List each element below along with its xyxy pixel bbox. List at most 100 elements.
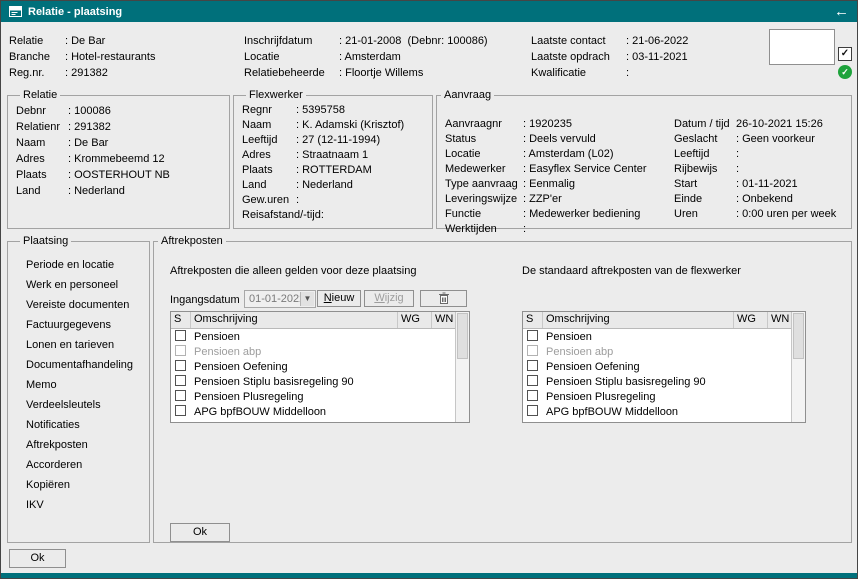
- row-checkbox[interactable]: [175, 330, 186, 341]
- aftrekposten-fieldset: Aftrekposten Aftrekposten die alleen gel…: [153, 235, 852, 543]
- field-reisafstand: Reisafstand/-tijd:: [242, 208, 424, 223]
- header-right: ✓ ✓: [769, 29, 852, 79]
- header-col-laatste: Laatste contact: 21-06-2022 Laatste opdr…: [531, 33, 688, 81]
- field-debnr: Debnr: 100086: [16, 103, 221, 119]
- header-status-icons: ✓ ✓: [838, 29, 852, 79]
- back-arrow-icon[interactable]: ←: [834, 4, 849, 19]
- sidebar-item-verdeelsleutels[interactable]: Verdeelsleutels: [20, 395, 141, 415]
- table-row[interactable]: APG bpfBOUW Middelloon: [523, 404, 792, 419]
- header-summary: Relatie: De Bar Branche: Hotel-restauran…: [1, 22, 857, 90]
- table-row[interactable]: Pensioen: [523, 329, 792, 344]
- header-checkbox[interactable]: ✓: [838, 47, 852, 61]
- field-gewuren: Gew.uren:: [242, 193, 424, 208]
- row-checkbox[interactable]: [175, 390, 186, 401]
- field-kwalificatie: Kwalificatie:: [531, 65, 688, 81]
- row-checkbox[interactable]: [527, 405, 538, 416]
- delete-button[interactable]: [420, 290, 467, 307]
- ingangsdatum-label: Ingangsdatum: [170, 291, 240, 309]
- row-checkbox[interactable]: [175, 345, 186, 356]
- table-row[interactable]: Pensioen Stiplu basisregeling 90: [523, 374, 792, 389]
- row-checkbox[interactable]: [175, 405, 186, 416]
- table-row[interactable]: Pensioen abp: [523, 344, 792, 359]
- sidebar-item-periode-en-locatie[interactable]: Periode en locatie: [20, 255, 141, 275]
- sidebar-item-accorderen[interactable]: Accorderen: [20, 455, 141, 475]
- right-section-title: De standaard aftrekposten van de flexwer…: [522, 265, 741, 277]
- field-aanvraagnr: Aanvraagnr: 1920235: [445, 117, 647, 132]
- sidebar-item-documentafhandeling[interactable]: Documentafhandeling: [20, 355, 141, 375]
- ingangsdatum-select[interactable]: 01-01-2022 ▼: [244, 290, 316, 308]
- sidebar-item-lonen-en-tarieven[interactable]: Lonen en tarieven: [20, 335, 141, 355]
- field-medewerker: Medewerker: Easyflex Service Center: [445, 162, 647, 177]
- nieuw-button[interactable]: Nieuw: [317, 290, 361, 307]
- plaatsing-legend: Plaatsing: [20, 235, 71, 247]
- row-checkbox[interactable]: [527, 345, 538, 356]
- left-section-title: Aftrekposten die alleen gelden voor deze…: [170, 265, 416, 277]
- field-adres: Adres: Krommebeemd 12: [16, 151, 221, 167]
- wijzig-button[interactable]: Wijzig: [364, 290, 414, 307]
- row-checkbox[interactable]: [527, 330, 538, 341]
- row-checkbox[interactable]: [527, 360, 538, 371]
- field-land: Land: Nederland: [16, 183, 221, 199]
- scrollbar-thumb[interactable]: [457, 313, 468, 359]
- sidebar-item-factuurgegevens[interactable]: Factuurgegevens: [20, 315, 141, 335]
- field-branche: Branche: Hotel-restaurants: [9, 49, 155, 65]
- field-relatiebeheerder: Relatiebeheerde: Floortje Willems: [244, 65, 488, 81]
- row-checkbox[interactable]: [175, 375, 186, 386]
- chevron-down-icon[interactable]: ▼: [300, 292, 314, 306]
- field-datum-tijd: Datum / tijd26-10-2021 15:26: [674, 117, 836, 132]
- field-status: Status: Deels vervuld: [445, 132, 647, 147]
- field-naam: Naam: De Bar: [16, 135, 221, 151]
- sidebar-item-memo[interactable]: Memo: [20, 375, 141, 395]
- field-inschrijfdatum: Inschrijfdatum: 21-01-2008 (Debnr: 10008…: [244, 33, 488, 49]
- table-row[interactable]: Pensioen Stiplu basisregeling 90: [171, 374, 456, 389]
- standard-deductions-table: S Omschrijving WG WN Pensioen Pensioen a…: [522, 311, 806, 423]
- row-checkbox[interactable]: [527, 390, 538, 401]
- scrollbar-thumb[interactable]: [793, 313, 804, 359]
- sidebar-item-werk-en-personeel[interactable]: Werk en personeel: [20, 275, 141, 295]
- scrollbar[interactable]: [455, 312, 469, 422]
- window-title: Relatie - plaatsing: [28, 6, 122, 18]
- aanvraag-legend: Aanvraag: [441, 89, 494, 101]
- sidebar-item-kopieren[interactable]: Kopiëren: [20, 475, 141, 495]
- table-row[interactable]: Pensioen Plusregeling: [171, 389, 456, 404]
- app-icon: [9, 6, 22, 17]
- aanvraag-fieldset: Aanvraag Aanvraagnr: 1920235 Status: Dee…: [436, 89, 852, 229]
- aftrekposten-ok-button[interactable]: Ok: [170, 523, 230, 542]
- sidebar-item-ikv[interactable]: IKV: [20, 495, 141, 515]
- field-laatste-contact: Laatste contact: 21-06-2022: [531, 33, 688, 49]
- field-locatie-av: Locatie: Amsterdam (L02): [445, 147, 647, 162]
- table-header: S Omschrijving WG WN: [523, 312, 792, 329]
- field-adres-fw: Adres: Straatnaam 1: [242, 148, 424, 163]
- table-row[interactable]: Pensioen abp: [171, 344, 456, 359]
- field-locatie: Locatie: Amsterdam: [244, 49, 488, 65]
- field-rijbewijs: Rijbewijs:: [674, 162, 836, 177]
- flexwerker-fieldset: Flexwerker Regnr: 5395758 Naam: K. Adams…: [233, 89, 433, 229]
- ingangsdatum-value: 01-01-2022: [249, 293, 305, 305]
- table-row[interactable]: Pensioen Oefening: [171, 359, 456, 374]
- table-row[interactable]: Pensioen Oefening: [523, 359, 792, 374]
- plaatsing-fieldset: Plaatsing Periode en locatie Werk en per…: [7, 235, 150, 543]
- aanvraag-right-col: Datum / tijd26-10-2021 15:26 Geslacht: G…: [674, 117, 836, 222]
- scrollbar[interactable]: [791, 312, 805, 422]
- row-checkbox[interactable]: [175, 360, 186, 371]
- table-row[interactable]: APG bpfBOUW Middelloon: [171, 404, 456, 419]
- field-functie: Functie: Medewerker bediening: [445, 207, 647, 222]
- header-col-relatie: Relatie: De Bar Branche: Hotel-restauran…: [9, 33, 155, 81]
- field-relatienr: Relatienr: 291382: [16, 119, 221, 135]
- sidebar-item-notificaties[interactable]: Notificaties: [20, 415, 141, 435]
- field-land-fw: Land: Nederland: [242, 178, 424, 193]
- relatie-legend: Relatie: [20, 89, 60, 101]
- status-ok-icon: ✓: [838, 65, 852, 79]
- row-checkbox[interactable]: [527, 375, 538, 386]
- field-regnr-fw: Regnr: 5395758: [242, 103, 424, 118]
- ok-button[interactable]: Ok: [9, 549, 66, 568]
- sidebar-item-aftrekposten[interactable]: Aftrekposten: [20, 435, 141, 455]
- aftrekposten-legend: Aftrekposten: [158, 235, 226, 247]
- table-row[interactable]: Pensioen: [171, 329, 456, 344]
- flexwerker-legend: Flexwerker: [246, 89, 306, 101]
- field-laatste-opdracht: Laatste opdrach: 03-11-2021: [531, 49, 688, 65]
- photo-placeholder: [769, 29, 835, 65]
- placement-deductions-table: S Omschrijving WG WN Pensioen Pensioen a…: [170, 311, 470, 423]
- table-row[interactable]: Pensioen Plusregeling: [523, 389, 792, 404]
- sidebar-item-vereiste-documenten[interactable]: Vereiste documenten: [20, 295, 141, 315]
